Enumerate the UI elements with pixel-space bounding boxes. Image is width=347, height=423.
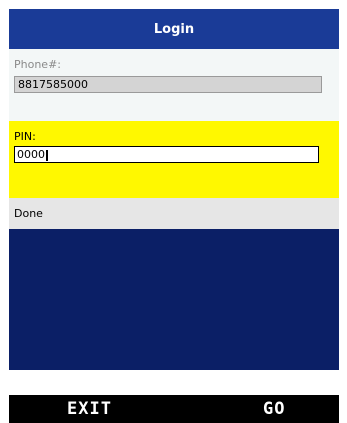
empty-content-area [9,229,339,370]
blank-strip [9,370,339,395]
title-bar: Login [9,9,339,49]
phone-label: Phone#: [14,58,61,71]
pin-section: PIN: 0000 [9,121,339,198]
phone-number-section: Phone#: 8817585000 [9,49,339,121]
text-cursor [46,149,48,161]
pin-value: 0000 [17,148,45,161]
page-title: Login [153,21,195,37]
done-item[interactable]: Done [9,198,339,229]
softkey-bar: EXIT GO [9,395,339,423]
done-label: Done [14,207,43,220]
pin-label: PIN: [14,130,36,143]
go-softkey[interactable]: GO [263,395,285,423]
pin-input[interactable]: 0000 [14,146,319,163]
exit-softkey[interactable]: EXIT [67,395,112,423]
phone-number-field[interactable]: 8817585000 [14,76,322,93]
phone-screen: Login Phone#: 8817585000 PIN: 0000 Done … [9,9,339,423]
